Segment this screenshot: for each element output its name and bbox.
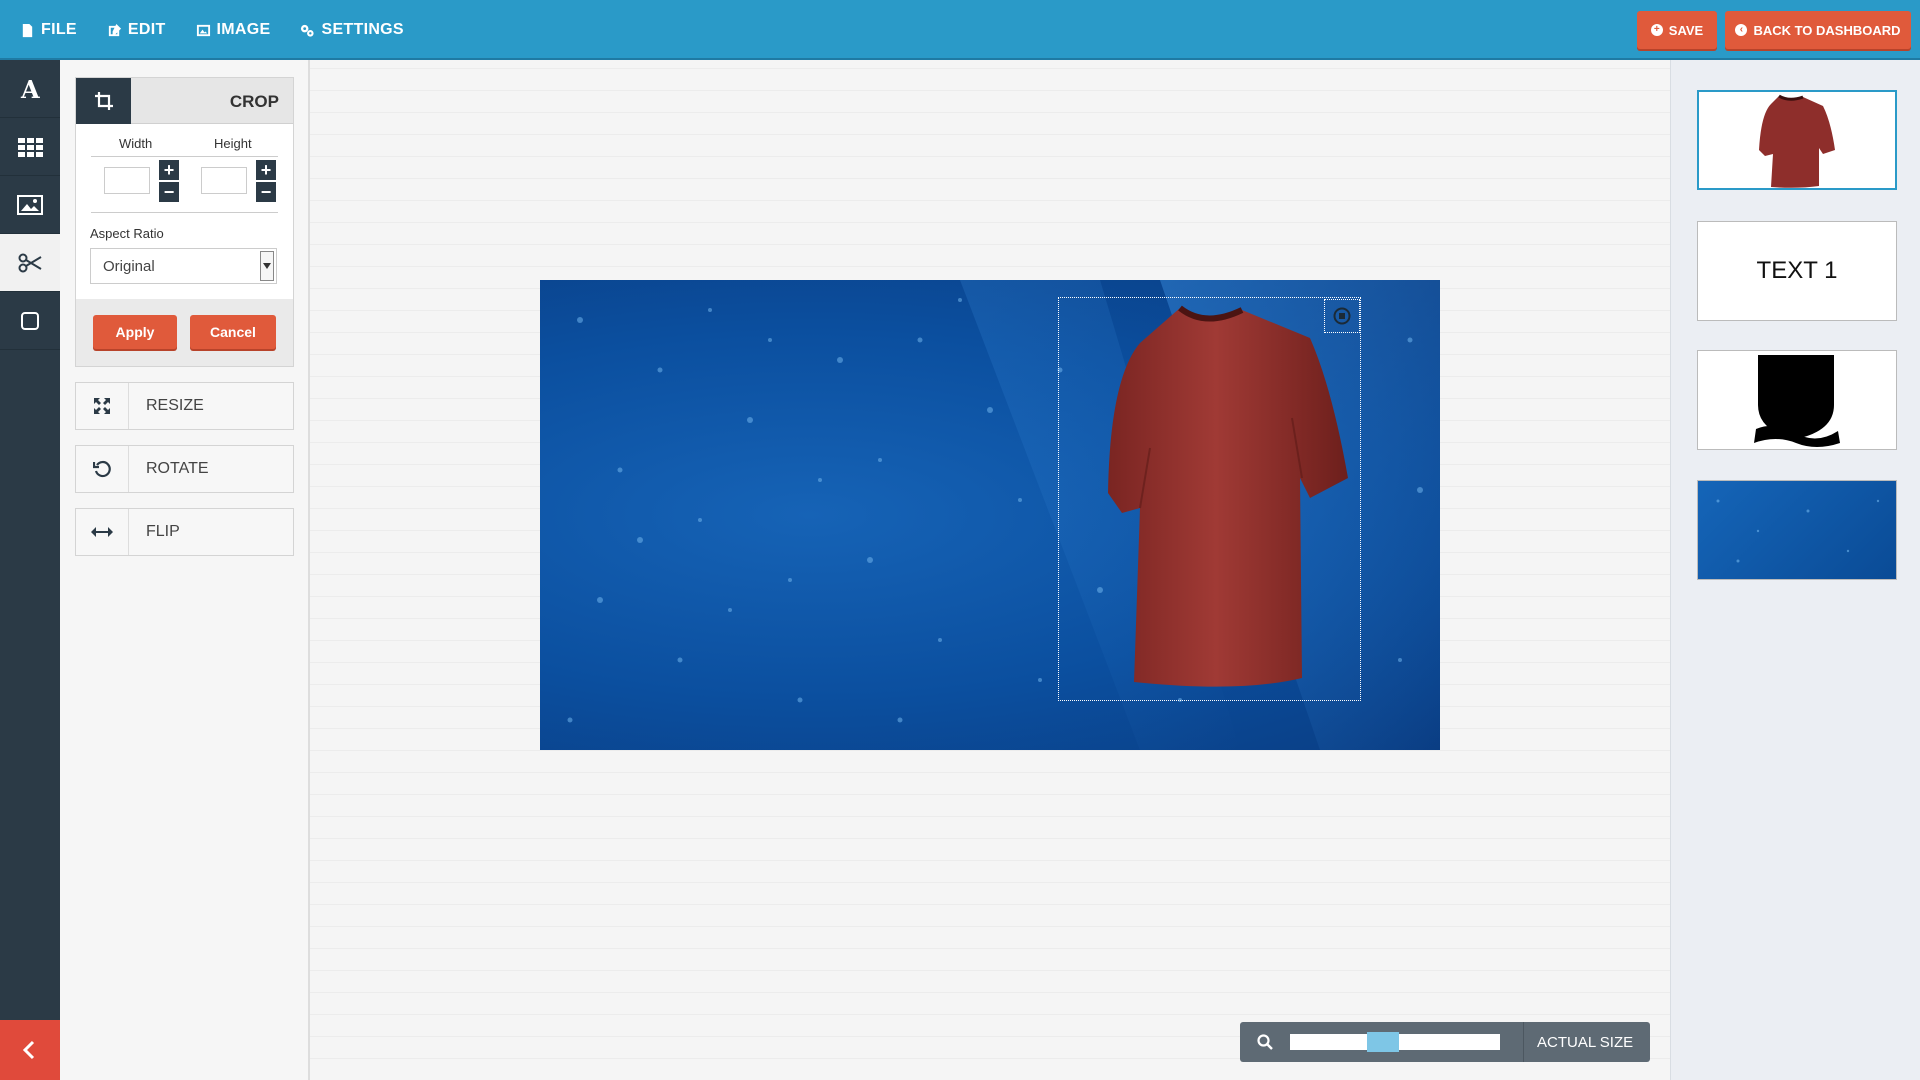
menu-settings[interactable]: SETTINGS (300, 21, 404, 39)
image-icon (196, 24, 210, 36)
crop-body: Width Height + − + − Aspect Ratio Origin… (76, 124, 293, 299)
back-to-dashboard-button[interactable]: ‹ BACK TO DASHBOARD (1725, 11, 1911, 49)
chevron-left-icon (22, 1040, 35, 1060)
layer-background[interactable] (1697, 480, 1897, 580)
actual-size-button[interactable]: ACTUAL SIZE (1537, 1034, 1633, 1051)
tool-resize-label: RESIZE (146, 397, 204, 414)
save-icon: + (1650, 24, 1663, 36)
rotate-icon (76, 446, 129, 492)
aspect-ratio-label: Aspect Ratio (90, 226, 164, 241)
height-decrease-button[interactable]: − (256, 182, 276, 202)
menu-edit[interactable]: EDIT (107, 21, 166, 39)
menu-image[interactable]: IMAGE (196, 21, 271, 39)
layer-tshirt[interactable] (1697, 90, 1897, 190)
flip-icon (76, 509, 129, 555)
sidebar-crop-tool[interactable] (0, 234, 60, 292)
tool-rotate[interactable]: ROTATE (75, 445, 294, 493)
sidebar-text-tool[interactable]: A (0, 60, 60, 118)
layer-shield[interactable] (1697, 350, 1897, 450)
sidebar-grid-tool[interactable] (0, 118, 60, 176)
chevron-down-icon (260, 251, 274, 281)
background-thumbnail (1716, 499, 1880, 563)
menu-file-label: FILE (41, 21, 77, 38)
close-circle-icon (1333, 307, 1351, 325)
search-icon (1257, 1034, 1273, 1050)
crop-title: CROP (229, 92, 279, 111)
aspect-ratio-select[interactable]: Original (90, 248, 277, 284)
width-increase-button[interactable]: + (159, 160, 179, 180)
layer-text-label: TEXT 1 (1756, 257, 1838, 284)
back-icon: ‹ (1735, 24, 1748, 36)
width-decrease-button[interactable]: − (159, 182, 179, 202)
save-label: SAVE (1668, 22, 1704, 38)
sidebar-shape-tool[interactable] (0, 292, 60, 350)
aspect-ratio-value: Original (103, 258, 155, 275)
tool-flip[interactable]: FLIP (75, 508, 294, 556)
shield-icon (1754, 355, 1840, 447)
layer-text-1[interactable]: TEXT 1 (1697, 221, 1897, 321)
save-button[interactable]: + SAVE (1637, 11, 1717, 49)
resize-icon (76, 383, 129, 429)
tools-panel: CROP Width Height + − + − Aspect Ratio O… (60, 60, 310, 1080)
crop-icon (76, 78, 131, 124)
zoom-bar: ACTUAL SIZE (1240, 1022, 1650, 1062)
divider (1523, 1022, 1524, 1062)
edit-icon (108, 23, 121, 36)
top-bar: FILE EDIT IMAGE SETTINGS + SAVE ‹ BACK T… (0, 0, 1920, 60)
tool-flip-label: FLIP (146, 523, 180, 540)
sidebar-image-tool[interactable] (0, 176, 60, 234)
menu-edit-label: EDIT (127, 21, 166, 38)
square-icon (21, 311, 39, 330)
divider (91, 156, 278, 157)
apply-button[interactable]: Apply (93, 315, 177, 349)
width-input[interactable] (104, 167, 150, 194)
tool-resize[interactable]: RESIZE (75, 382, 294, 430)
main-menu: FILE EDIT IMAGE SETTINGS (20, 0, 404, 60)
selection-box[interactable] (1058, 297, 1361, 701)
back-label: BACK TO DASHBOARD (1753, 22, 1901, 38)
grid-icon (18, 137, 43, 157)
image-icon (17, 194, 43, 215)
crop-panel: CROP Width Height + − + − Aspect Ratio O… (75, 77, 294, 367)
height-input[interactable] (201, 167, 247, 194)
svg-text:A: A (20, 76, 40, 102)
tool-rotate-label: ROTATE (146, 460, 209, 477)
settings-icon (301, 24, 315, 37)
cancel-button[interactable]: Cancel (190, 315, 276, 349)
collapse-panel-button[interactable] (0, 1020, 60, 1080)
layers-panel: TEXT 1 (1670, 60, 1920, 1080)
menu-settings-label: SETTINGS (321, 21, 404, 38)
height-label: Height (214, 136, 252, 151)
file-icon (22, 23, 33, 37)
scissors-icon (18, 253, 42, 272)
menu-image-label: IMAGE (216, 21, 271, 38)
zoom-slider-thumb[interactable] (1367, 1032, 1399, 1052)
icon-sidebar: A (0, 60, 60, 1080)
crop-header[interactable]: CROP (76, 78, 293, 124)
divider (91, 212, 278, 213)
tshirt-thumbnail (1759, 94, 1835, 188)
height-increase-button[interactable]: + (256, 160, 276, 180)
remove-selection-handle[interactable] (1324, 299, 1360, 333)
width-label: Width (119, 136, 153, 151)
menu-file[interactable]: FILE (20, 21, 77, 39)
text-icon: A (20, 76, 40, 102)
